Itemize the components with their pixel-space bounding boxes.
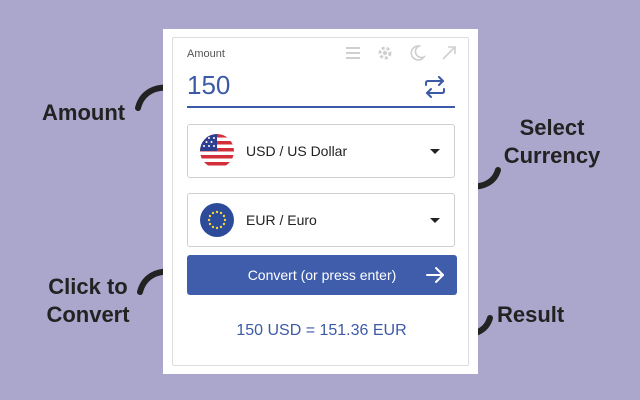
annotation-click-to-convert: Click to Convert bbox=[46, 274, 130, 327]
us-flag-icon bbox=[200, 134, 234, 168]
annotation-result: Result bbox=[497, 302, 565, 327]
expand-icon[interactable] bbox=[440, 44, 460, 62]
from-currency-label: USD / US Dollar bbox=[246, 143, 348, 159]
annotation-amount: Amount bbox=[42, 100, 126, 125]
amount-field[interactable]: 150 bbox=[187, 68, 455, 108]
annotation-select-currency: Select Currency bbox=[503, 115, 601, 168]
from-currency-select[interactable]: USD / US Dollar bbox=[187, 124, 455, 178]
swap-currencies-icon[interactable] bbox=[423, 76, 447, 98]
moon-icon[interactable] bbox=[408, 44, 428, 62]
chevron-down-icon[interactable] bbox=[430, 149, 440, 154]
to-currency-select[interactable]: EUR / Euro bbox=[187, 193, 455, 247]
menu-icon[interactable] bbox=[344, 44, 364, 62]
convert-button-label: Convert (or press enter) bbox=[247, 267, 397, 283]
chevron-down-icon[interactable] bbox=[430, 218, 440, 223]
convert-button[interactable]: Convert (or press enter) bbox=[187, 255, 457, 295]
gear-icon[interactable] bbox=[376, 44, 396, 62]
to-currency-label: EUR / Euro bbox=[246, 212, 317, 228]
converter-panel: Amount 150 USD / US Dollar EUR / Euro Co… bbox=[172, 37, 469, 366]
amount-label: Amount bbox=[187, 48, 225, 60]
toolbar bbox=[344, 44, 460, 62]
eu-flag-icon bbox=[200, 203, 234, 237]
arrow-right-icon bbox=[425, 266, 445, 284]
conversion-result: 150 USD = 151.36 EUR bbox=[236, 322, 407, 339]
amount-input[interactable]: 150 bbox=[187, 70, 230, 101]
